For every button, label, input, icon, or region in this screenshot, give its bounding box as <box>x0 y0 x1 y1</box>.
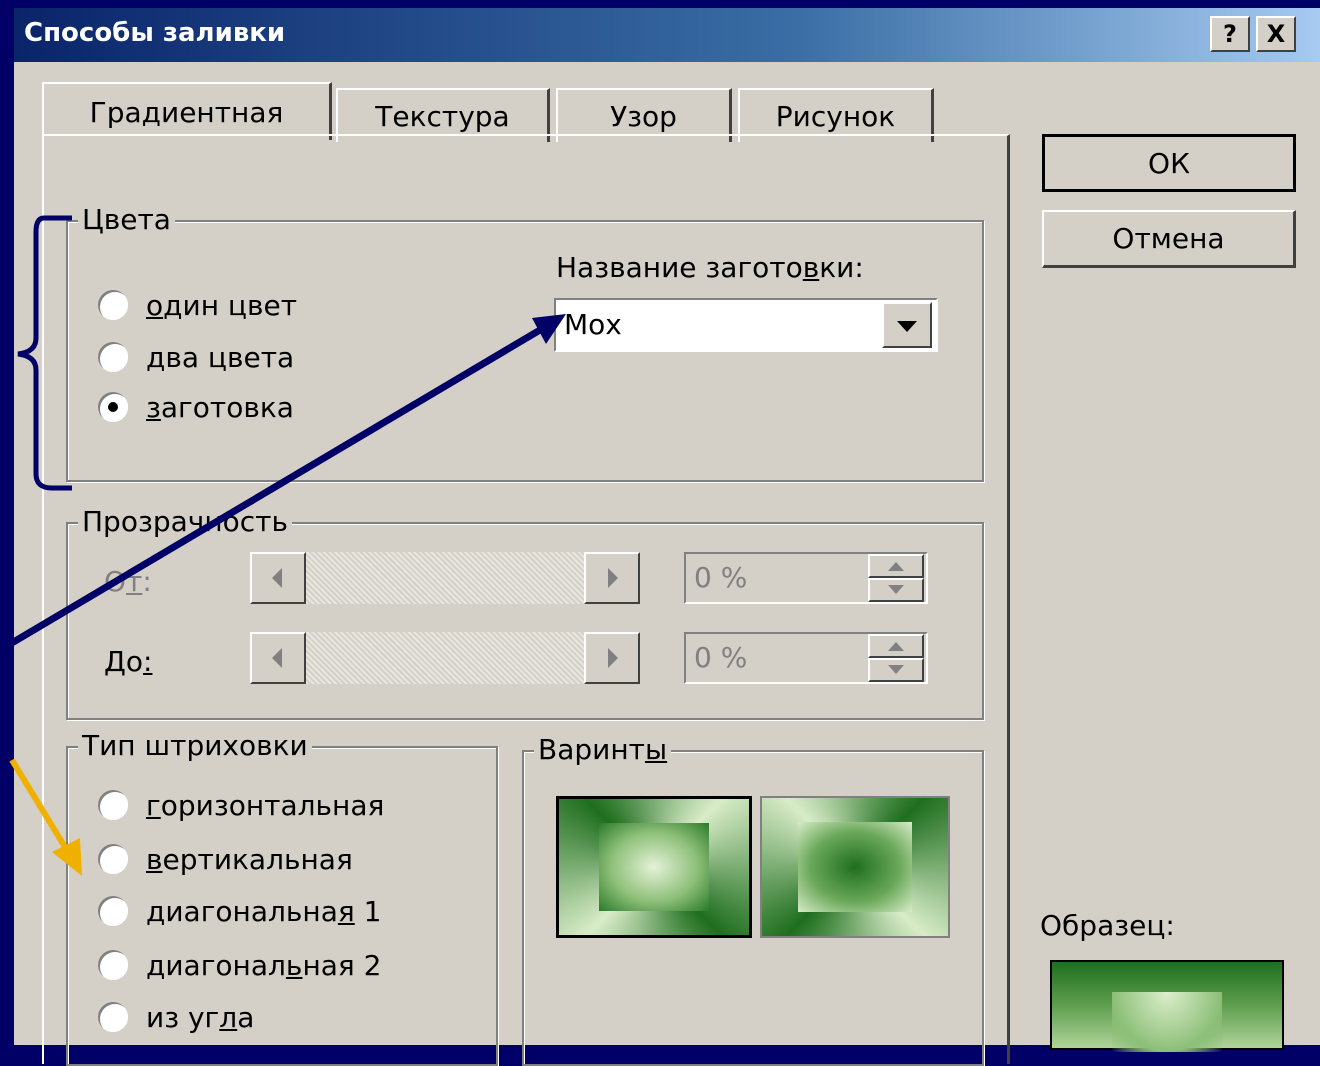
brace-annotation <box>17 215 72 491</box>
arrow-to-preset <box>0 326 542 654</box>
arrow-to-hatch-options <box>9 758 71 854</box>
annotation-overlay <box>0 215 566 876</box>
arrow-head-gold-icon <box>52 838 82 876</box>
